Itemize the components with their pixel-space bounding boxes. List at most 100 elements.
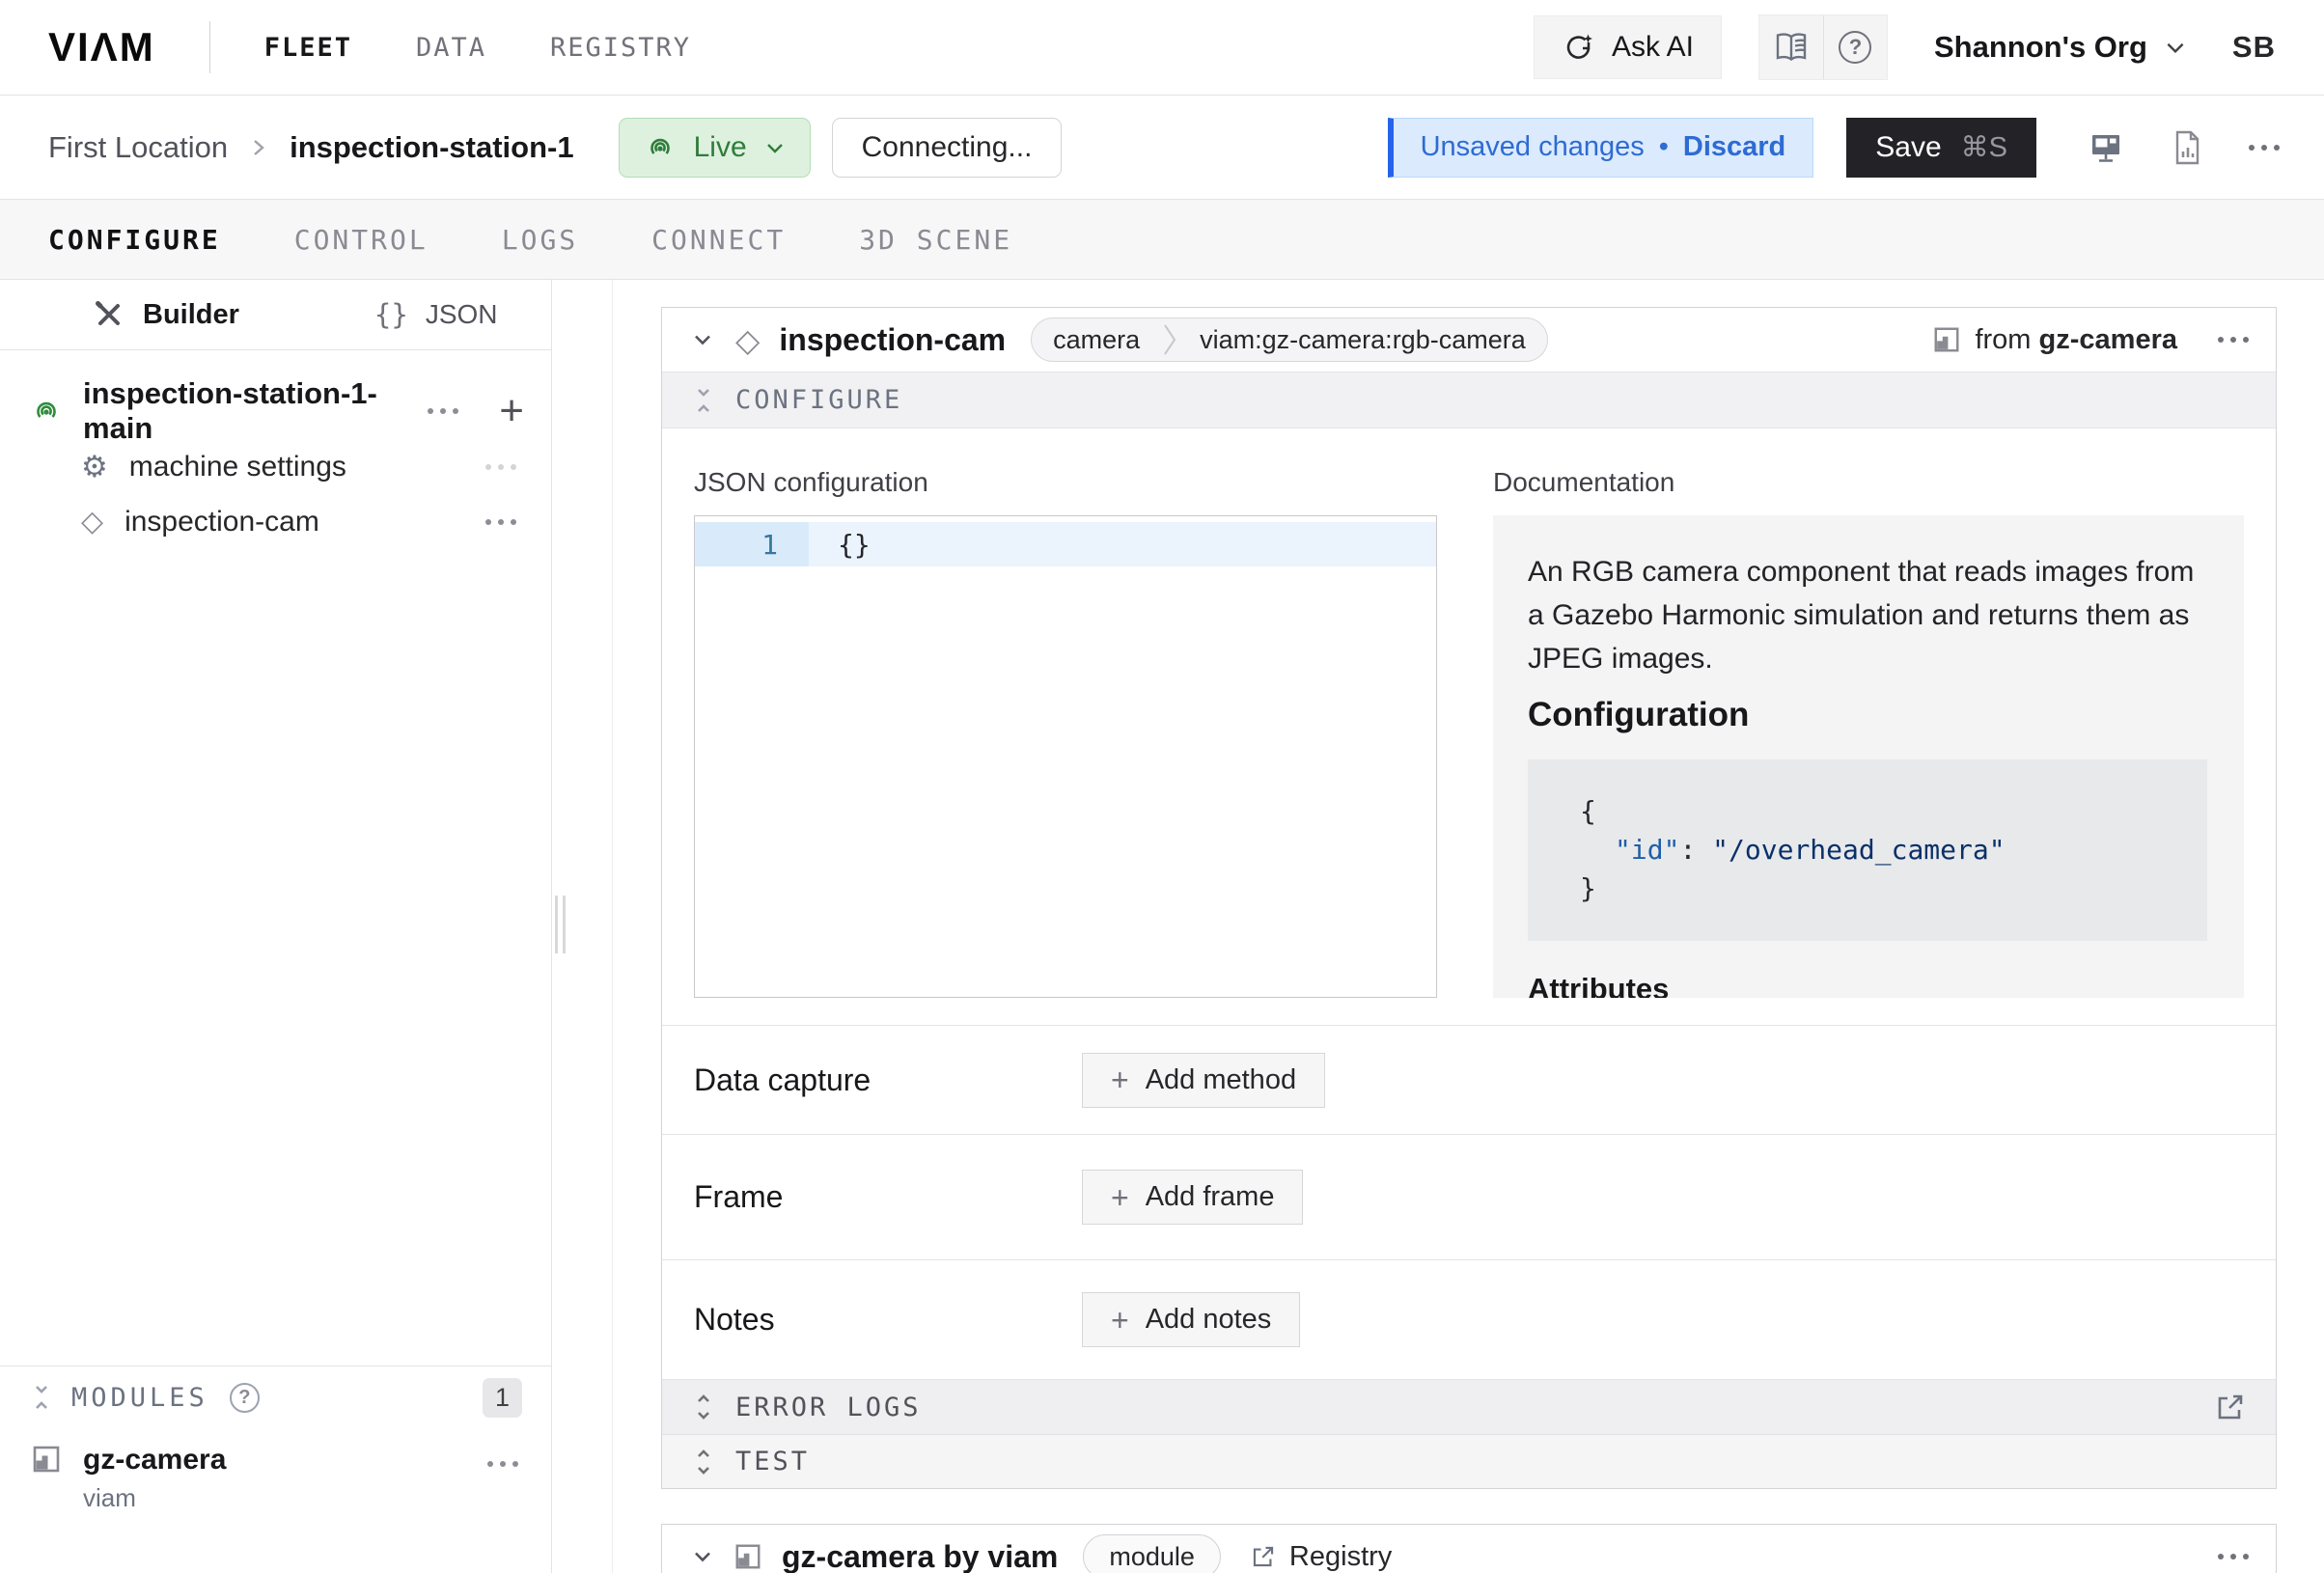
data-capture-section: Data capture + Add method — [662, 1025, 2276, 1134]
configure-bar-label: CONFIGURE — [735, 385, 902, 415]
docs-book-button[interactable] — [1759, 15, 1823, 79]
breadcrumb-location[interactable]: First Location — [48, 130, 228, 165]
tab-connect[interactable]: CONNECT — [651, 224, 786, 256]
error-logs-bar[interactable]: ERROR LOGS — [662, 1379, 2276, 1434]
add-notes-button[interactable]: + Add notes — [1082, 1292, 1300, 1347]
notes-section: Notes + Add notes — [662, 1259, 2276, 1379]
add-frame-label: Add frame — [1146, 1181, 1275, 1213]
tree-root-main-part[interactable]: inspection-station-1-main + — [0, 383, 551, 439]
component-menu-button[interactable] — [2218, 337, 2249, 343]
external-link-icon[interactable] — [2214, 1391, 2247, 1423]
help-button[interactable]: ? — [1823, 15, 1887, 79]
broadcast-icon — [29, 394, 64, 428]
save-button[interactable]: Save ⌘S — [1846, 118, 2036, 178]
editor-line-content: {} — [809, 522, 1436, 566]
machine-part-tree: inspection-station-1-main + ⚙ machine se… — [0, 350, 551, 549]
add-method-button[interactable]: + Add method — [1082, 1053, 1325, 1108]
modules-help-button[interactable]: ? — [230, 1383, 260, 1413]
code-line-id: "id": "/overhead_camera" — [1580, 831, 2188, 869]
collapse-chevron-icon[interactable] — [689, 1543, 716, 1570]
editor-line-number: 1 — [695, 522, 809, 566]
add-frame-button[interactable]: + Add frame — [1082, 1170, 1303, 1225]
org-name: Shannon's Org — [1934, 30, 2147, 65]
nav-tab-data[interactable]: DATA — [416, 33, 486, 63]
help-icon: ? — [1839, 31, 1871, 64]
module-name: gz-camera — [83, 1444, 226, 1476]
json-config-editor[interactable]: 1 {} — [694, 515, 1437, 998]
module-entry-gz-camera[interactable]: gz-camera viam — [0, 1444, 551, 1513]
file-stats-icon[interactable] — [2170, 128, 2204, 167]
component-card-header: ◇ inspection-cam camera viam:gz-camera:r… — [662, 308, 2276, 372]
plus-icon: + — [1111, 1305, 1129, 1336]
component-diamond-icon: ◇ — [735, 324, 760, 356]
code-line-close: } — [1580, 869, 2188, 908]
machine-settings-menu-button[interactable] — [485, 464, 516, 470]
unsaved-separator: • — [1659, 131, 1669, 163]
user-avatar[interactable]: SB — [2232, 30, 2276, 65]
main-part-name: inspection-station-1-main — [83, 376, 428, 446]
chevron-down-icon — [2163, 35, 2188, 60]
panel-gutter — [552, 280, 613, 1573]
builder-label: Builder — [143, 299, 239, 331]
registry-link[interactable]: Registry — [1250, 1541, 1392, 1573]
module-tag: module — [1083, 1534, 1221, 1573]
tab-control[interactable]: CONTROL — [294, 224, 429, 256]
plus-icon: + — [1111, 1182, 1129, 1213]
tab-configure[interactable]: CONFIGURE — [48, 224, 221, 256]
configuration-heading: Configuration — [1528, 696, 2207, 734]
help-icon: ? — [230, 1383, 260, 1413]
machine-overflow-menu-button[interactable] — [2249, 145, 2280, 151]
ask-ai-button[interactable]: Ask AI — [1534, 15, 1722, 79]
org-switcher[interactable]: Shannon's Org — [1934, 30, 2188, 65]
builder-mode-toggle[interactable]: Builder — [93, 298, 239, 331]
add-component-button[interactable]: + — [499, 390, 524, 432]
live-label: Live — [694, 131, 747, 164]
main-part-menu-button[interactable] — [428, 408, 458, 414]
module-icon — [733, 1542, 762, 1571]
machine-name: inspection-station-1 — [290, 130, 574, 165]
documentation-label: Documentation — [1493, 467, 2244, 498]
module-icon — [1932, 325, 1961, 354]
discard-button[interactable]: Discard — [1683, 131, 1785, 163]
json-label: JSON — [426, 299, 498, 330]
json-configuration-label: JSON configuration — [694, 467, 1437, 498]
component-title: inspection-cam — [779, 322, 1006, 358]
inspection-cam-menu-button[interactable] — [485, 519, 516, 525]
module-card-gz-camera: gz-camera by viam module Registry — [661, 1524, 2277, 1573]
sidebar-resize-handle[interactable] — [555, 896, 566, 953]
configure-section-bar[interactable]: CONFIGURE — [662, 372, 2276, 428]
code-line-open: { — [1580, 792, 2188, 831]
module-menu-button[interactable] — [487, 1461, 518, 1467]
monitor-icon[interactable] — [2087, 128, 2125, 167]
live-status-dropdown[interactable]: Live — [619, 118, 811, 178]
tab-3d-scene[interactable]: 3D SCENE — [859, 224, 1012, 256]
unsaved-changes-label: Unsaved changes — [1421, 131, 1645, 163]
nav-tab-fleet[interactable]: FLEET — [264, 33, 352, 63]
top-nav-tabs: FLEET DATA REGISTRY — [264, 33, 691, 63]
add-notes-label: Add notes — [1146, 1304, 1272, 1336]
tree-item-inspection-cam[interactable]: ◇ inspection-cam — [0, 494, 551, 549]
nav-tab-registry[interactable]: REGISTRY — [550, 33, 691, 63]
expand-icon — [691, 1448, 716, 1476]
connection-status-button[interactable]: Connecting... — [832, 118, 1063, 178]
tree-item-machine-settings[interactable]: ⚙ machine settings — [0, 439, 551, 494]
modules-section: MODULES ? 1 gz-camera via — [0, 1366, 551, 1513]
machine-tabstrip: CONFIGURE CONTROL LOGS CONNECT 3D SCENE — [0, 200, 2324, 280]
module-card-header: gz-camera by viam module Registry — [662, 1525, 2276, 1573]
documentation-panel[interactable]: An RGB camera component that reads image… — [1493, 515, 2244, 998]
chevron-down-icon — [763, 136, 787, 159]
collapse-chevron-icon[interactable] — [689, 326, 716, 353]
json-mode-toggle[interactable]: {} JSON — [374, 298, 498, 331]
unsaved-changes-banner: Unsaved changes • Discard — [1388, 118, 1814, 178]
tab-logs[interactable]: LOGS — [502, 224, 578, 256]
module-org: viam — [83, 1483, 226, 1513]
viam-logo[interactable]: VIΛM — [48, 24, 155, 70]
module-card-menu-button[interactable] — [2218, 1554, 2249, 1559]
test-bar[interactable]: TEST — [662, 1434, 2276, 1488]
test-label: TEST — [735, 1447, 810, 1476]
module-icon — [31, 1444, 62, 1475]
top-nav-bar: VIΛM FLEET DATA REGISTRY Ask AI — [0, 0, 2324, 96]
gear-icon: ⚙ — [81, 452, 108, 482]
modules-header[interactable]: MODULES ? 1 — [0, 1366, 551, 1428]
frame-label: Frame — [694, 1179, 1082, 1215]
